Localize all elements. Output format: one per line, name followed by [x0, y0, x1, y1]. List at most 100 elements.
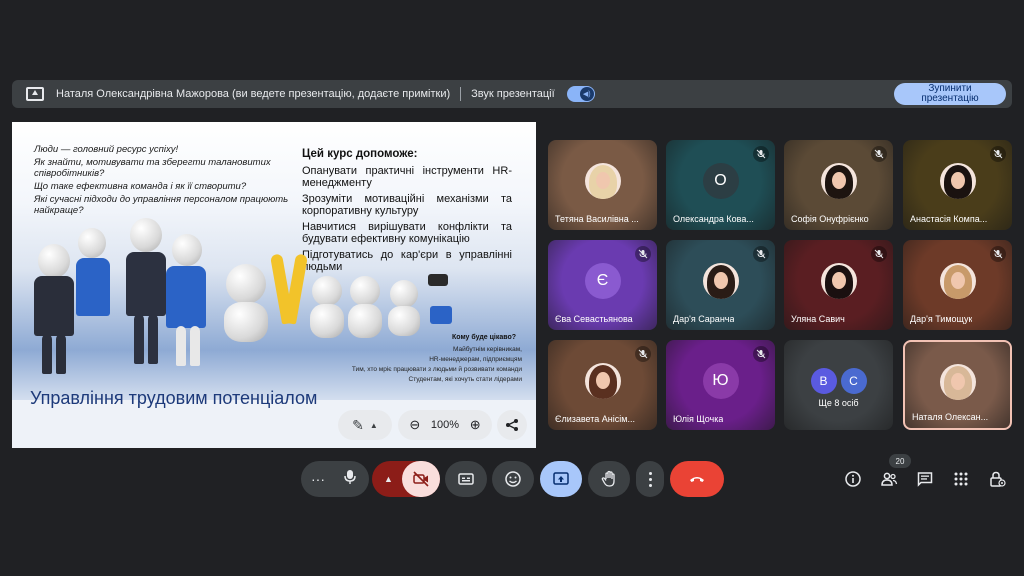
captions-button[interactable] [445, 461, 487, 497]
audience-title: Кому буде цікаво? [452, 334, 517, 341]
mic-off-icon [635, 246, 651, 262]
mic-off-icon [753, 346, 769, 362]
participant-tile[interactable]: Є Єва Севастьянова [548, 240, 657, 330]
stop-presenting-button[interactable]: Зупинити презентацію [894, 83, 1006, 105]
slide-question: Як знайти, мотивувати та зберегти талано… [34, 157, 271, 179]
participant-avatar: Є [584, 263, 621, 300]
meet-window: Наталя Олександрівна Мажорова (ви ведете… [0, 0, 1024, 576]
people-icon[interactable] [877, 467, 901, 491]
others-avatars: ВС [809, 368, 869, 394]
participant-tile[interactable]: Дар'я Саранча [666, 240, 775, 330]
participant-avatar [939, 363, 976, 400]
mic-off-icon [635, 346, 651, 362]
divider [460, 87, 462, 101]
audience-line: Студентам, які хочуть стати лідерами [408, 376, 522, 383]
participant-avatar [584, 163, 621, 200]
participant-tile[interactable]: Софія Онуфрієнко [784, 140, 893, 230]
hand-icon [601, 470, 615, 487]
present-screen-icon [553, 472, 569, 485]
presentation-sound-toggle[interactable]: ◀) [566, 86, 595, 102]
slide-question: Які сучасні підходи до управління персон… [34, 194, 289, 216]
participant-name: Дар'я Тимощук [910, 314, 973, 324]
course-helps-item: Опанувати практичні інструменти HR-менед… [302, 165, 512, 189]
end-call-icon [690, 477, 704, 482]
mic-off-icon [753, 246, 769, 262]
participant-name: Наталя Олексан... [912, 412, 989, 422]
tools-people-illustration [218, 253, 458, 350]
slide-questions: Люди — головний ресурс успіху! Як знайти… [34, 144, 294, 218]
pen-icon: ✎ [352, 416, 364, 433]
presentation-slide: Люди — головний ресурс успіху! Як знайти… [12, 122, 536, 448]
participant-name: Єва Севастьянова [555, 314, 633, 324]
chat-icon[interactable] [913, 467, 937, 491]
slide-question: Що таке ефективна команда і як її створи… [34, 181, 247, 192]
participant-avatar [702, 263, 739, 300]
participant-name: Тетяна Василівна ... [555, 214, 639, 224]
business-team-illustration [30, 218, 220, 378]
audience-line: Тим, хто мріє працювати з людьми й розви… [351, 366, 522, 373]
present-now-button[interactable] [540, 461, 582, 497]
speaker-icon: ◀) [579, 87, 594, 101]
participant-name: Олександра Кова... [673, 214, 754, 224]
participant-tile[interactable]: Анастасія Компа... [903, 140, 1012, 230]
participant-avatar: О [702, 163, 739, 200]
mic-off-icon [753, 146, 769, 162]
participant-tile[interactable]: Ю Юлія Щочка [666, 340, 775, 430]
zoom-control: ⊖ 100% ⊕ [398, 410, 492, 440]
participants-count-badge: 20 [889, 454, 911, 468]
meeting-details-icon[interactable] [841, 467, 865, 491]
participant-avatar [820, 163, 857, 200]
present-screen-icon [26, 87, 44, 101]
audience-list: Майбутнім керівникам, HR-менеджерам, під… [262, 345, 522, 385]
activities-grid-icon[interactable] [949, 467, 973, 491]
participant-tile[interactable]: О Олександра Кова... [666, 140, 775, 230]
audience-line: Майбутнім керівникам, [453, 346, 522, 353]
slide-title: Управління трудовим потенціалом [30, 388, 318, 408]
presentation-bar: Наталя Олександрівна Мажорова (ви ведете… [12, 80, 1012, 108]
slide-question: Люди — головний ресурс успіху! [34, 144, 179, 155]
participant-name: Єлизавета Анісім... [555, 414, 635, 424]
presenter-text: Наталя Олександрівна Мажорова (ви ведете… [56, 88, 451, 100]
audience-line: HR-менеджерам, підприємцям [429, 356, 522, 363]
presentation-sound-label: Звук презентації [471, 88, 555, 100]
course-helps-item: Зрозуміти мотиваційні механізми та корпо… [302, 193, 512, 217]
more-audio-options-icon[interactable]: ··· [311, 471, 325, 487]
more-options-button[interactable] [636, 461, 664, 497]
mic-off-icon [990, 246, 1006, 262]
participant-tile[interactable]: Тетяна Василівна ... [548, 140, 657, 230]
raise-hand-button[interactable] [588, 461, 630, 497]
zoom-out-icon[interactable]: ⊖ [409, 417, 420, 433]
reactions-button[interactable] [492, 461, 534, 497]
zoom-in-icon[interactable]: ⊕ [470, 417, 481, 433]
camera-options-caret-icon[interactable]: ▲ [384, 474, 393, 484]
host-controls-lock-icon[interactable] [985, 467, 1009, 491]
microphone-icon[interactable] [341, 468, 359, 491]
mic-off-icon [871, 146, 887, 162]
participant-avatar: В [810, 368, 837, 394]
course-helps-title: Цей курс допоможе: [302, 148, 418, 160]
participant-tile[interactable]: В С Ще 8 осіб [784, 340, 893, 430]
mic-off-icon [871, 246, 887, 262]
share-icon[interactable] [497, 410, 527, 440]
leave-call-button[interactable] [670, 461, 724, 497]
participant-avatar [820, 263, 857, 300]
participant-name: Ще 8 осіб [818, 398, 859, 408]
zoom-level: 100% [430, 419, 460, 431]
mic-off-icon [990, 146, 1006, 162]
participant-name: Софія Онуфрієнко [791, 214, 869, 224]
participant-avatar [939, 163, 976, 200]
caret-up-icon: ▲ [369, 420, 378, 430]
emoji-icon [505, 471, 521, 487]
participant-name: Дар'я Саранча [673, 314, 735, 324]
participant-tile[interactable]: Дар'я Тимощук [903, 240, 1012, 330]
camera-off-button[interactable] [402, 461, 440, 497]
annotate-button[interactable]: ✎ ▲ [338, 410, 392, 440]
camera-off-icon [413, 471, 429, 487]
participant-name: Юлія Щочка [673, 414, 724, 424]
participant-tile[interactable]: Наталя Олексан... [903, 340, 1012, 430]
participant-tile[interactable]: Єлизавета Анісім... [548, 340, 657, 430]
participant-tile[interactable]: Уляна Савич [784, 240, 893, 330]
participant-avatar [584, 363, 621, 400]
participant-avatar: С [840, 368, 867, 394]
participant-name: Анастасія Компа... [910, 214, 988, 224]
